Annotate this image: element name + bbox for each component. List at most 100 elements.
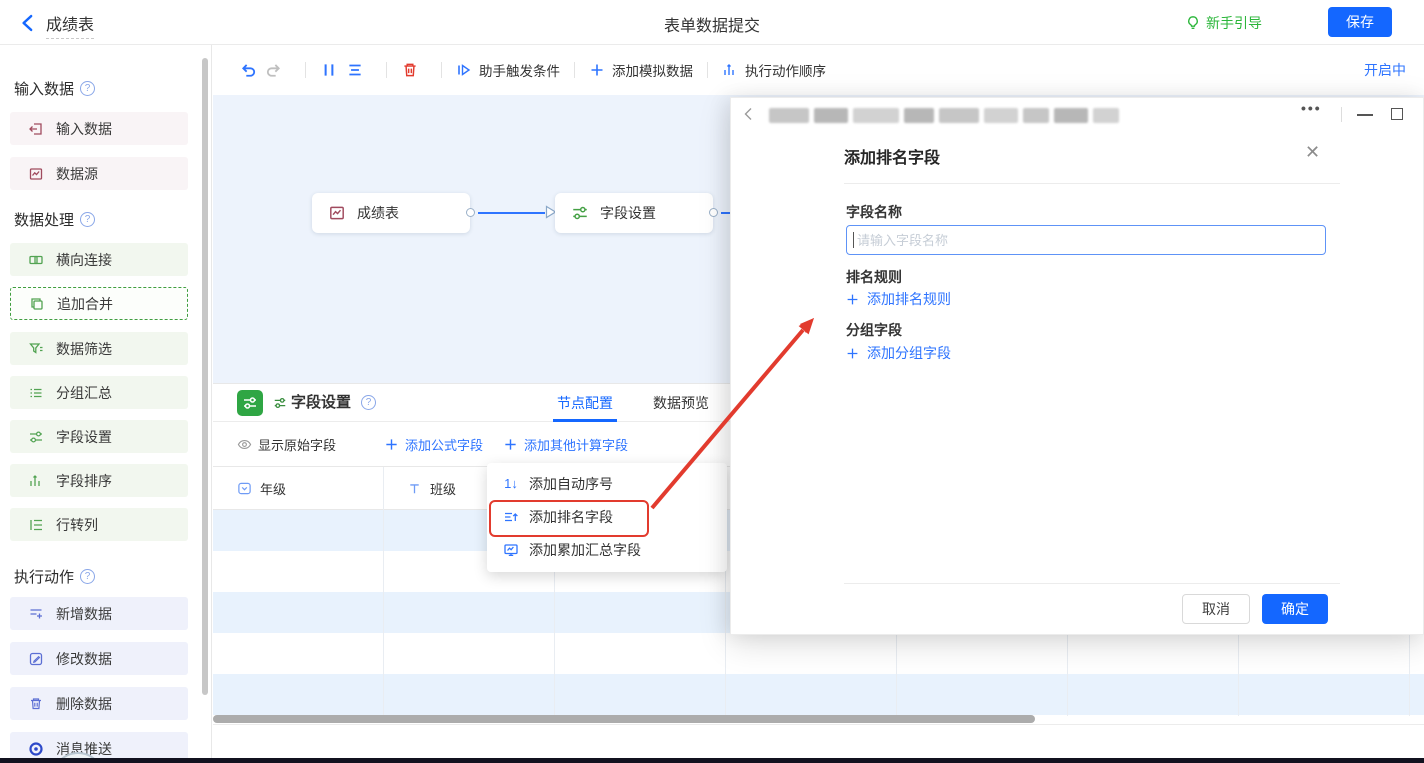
auto-number-icon: 1↓ (503, 476, 519, 491)
sidebar-item-row-to-column[interactable]: 行转列 (10, 508, 188, 541)
sidebar-item-field-settings[interactable]: 字段设置 (10, 420, 188, 453)
window-maximize-icon[interactable] (1391, 108, 1403, 120)
save-button[interactable]: 保存 (1328, 7, 1392, 37)
help-icon[interactable]: ? (80, 569, 95, 584)
section-actions: 执行动作? (14, 566, 95, 587)
cumulative-sum-icon (503, 542, 519, 558)
node-grade-table[interactable]: 成绩表 (312, 193, 470, 233)
align-icon[interactable] (346, 61, 364, 79)
add-rank-field-dialog: ••• 添加排名字段 ✕ 字段名称 排名规则 添加排名规则 分组字段 添加分组字… (730, 97, 1424, 635)
trash-icon (28, 696, 44, 712)
menu-item-cumulative-sum[interactable]: 添加累加汇总字段 (487, 533, 727, 566)
field-sort-icon (28, 473, 44, 489)
top-header: 成绩表 表单数据提交 新手引导 保存 (0, 0, 1424, 45)
undo-icon[interactable] (239, 61, 257, 79)
action-order-icon (722, 62, 738, 78)
assistant-trigger-button[interactable]: 助手触发条件 (456, 60, 560, 80)
dialog-close-icon[interactable]: ✕ (1305, 142, 1320, 163)
add-other-calc-field-button[interactable]: 添加其他计算字段 (503, 435, 628, 454)
horizontal-join-icon (28, 252, 44, 268)
sidebar-item-input-data[interactable]: 输入数据 (10, 112, 188, 145)
confirm-button[interactable]: 确定 (1262, 594, 1328, 624)
sidebar-item-modify-data[interactable]: 修改数据 (10, 642, 188, 675)
table-row (213, 633, 1424, 674)
window-back-icon[interactable] (741, 106, 757, 122)
sidebar-item-datasource[interactable]: 数据源 (10, 157, 188, 190)
distribute-icon[interactable] (320, 61, 338, 79)
add-rank-rule-link[interactable]: 添加排名规则 (846, 289, 951, 309)
datasource-icon (28, 166, 44, 182)
connector-edge (478, 212, 545, 214)
field-name-label: 字段名称 (846, 202, 902, 222)
sidebar-scrollbar[interactable] (202, 58, 208, 695)
menu-item-rank-field[interactable]: 添加排名字段 (487, 500, 727, 533)
toolbar-divider (441, 62, 442, 78)
sidebar-item-add-data[interactable]: 新增数据 (10, 597, 188, 630)
filter-icon (28, 341, 44, 357)
table-row (213, 674, 1424, 715)
node-output-port[interactable] (466, 208, 475, 217)
dialog-title: 添加排名字段 (844, 144, 940, 168)
edit-icon (28, 651, 44, 667)
scroll-track-line (213, 724, 1424, 725)
window-more-icon[interactable]: ••• (1301, 100, 1322, 116)
sidebar-item-delete-data[interactable]: 删除数据 (10, 687, 188, 720)
group-field-label: 分组字段 (846, 320, 902, 340)
message-push-icon (28, 741, 44, 757)
screen-bottom-strip (0, 758, 1424, 763)
cancel-button[interactable]: 取消 (1182, 594, 1250, 624)
field-name-input[interactable] (846, 225, 1326, 255)
sliders-icon (571, 204, 589, 222)
tab-node-config[interactable]: 节点配置 (557, 384, 613, 422)
import-icon (28, 121, 44, 137)
add-data-icon (28, 606, 44, 622)
dialog-footer-divider (844, 583, 1340, 584)
group-summary-icon (28, 385, 44, 401)
sidebar-item-horizontal-join[interactable]: 横向连接 (10, 243, 188, 276)
help-icon[interactable]: ? (80, 81, 95, 96)
beginner-guide-button[interactable]: 新手引导 (1185, 13, 1262, 33)
toolbar-divider (305, 62, 306, 78)
bulb-icon (1185, 15, 1201, 31)
status-enabled[interactable]: 开启中 (1364, 45, 1406, 95)
dialog-window-bar: ••• (731, 98, 1423, 131)
column-divider (383, 467, 384, 716)
toolbar-divider (707, 62, 708, 78)
plus-icon (384, 437, 399, 452)
delete-node-icon[interactable] (401, 61, 419, 79)
column-header-grade[interactable]: 年级 (213, 467, 383, 510)
tab-data-preview[interactable]: 数据预览 (653, 384, 709, 422)
help-icon[interactable]: ? (361, 395, 376, 410)
horizontal-scrollbar[interactable] (213, 715, 1035, 723)
action-order-button[interactable]: 执行动作顺序 (722, 60, 826, 80)
sidebar-item-append-merge[interactable]: 追加合并 (10, 287, 188, 320)
append-merge-icon (29, 296, 45, 312)
row-to-column-icon (28, 517, 44, 533)
menu-item-auto-number[interactable]: 1↓ 添加自动序号 (487, 467, 727, 500)
beginner-guide-label: 新手引导 (1206, 13, 1262, 33)
canvas-toolbar: 助手触发条件 添加模拟数据 执行动作顺序 开启中 (213, 45, 1424, 95)
sidebar-item-field-sort[interactable]: 字段排序 (10, 464, 188, 497)
section-input-data: 输入数据? (14, 78, 95, 99)
show-original-fields-button[interactable]: 显示原始字段 (237, 435, 336, 454)
sliders-icon (28, 429, 44, 445)
add-mock-data-button[interactable]: 添加模拟数据 (589, 60, 693, 80)
sidebar-item-data-filter[interactable]: 数据筛选 (10, 332, 188, 365)
redo-icon[interactable] (265, 61, 283, 79)
plus-icon (846, 293, 859, 306)
window-minimize-icon[interactable] (1357, 114, 1373, 116)
node-field-settings[interactable]: 字段设置 (555, 193, 713, 233)
select-type-icon (237, 481, 252, 496)
add-group-field-link[interactable]: 添加分组字段 (846, 343, 951, 363)
sidebar-item-group-summary[interactable]: 分组汇总 (10, 376, 188, 409)
panel-title: 字段设置 (291, 384, 351, 422)
text-caret (853, 232, 854, 248)
add-formula-field-button[interactable]: 添加公式字段 (384, 435, 483, 454)
datasource-icon (328, 204, 346, 222)
eye-icon (237, 437, 252, 452)
left-sidebar: 输入数据? 输入数据 数据源 数据处理? 横向连接 追加合并 数据筛选 分组汇总… (0, 45, 212, 763)
help-icon[interactable]: ? (80, 212, 95, 227)
rank-rule-label: 排名规则 (846, 267, 902, 287)
node-output-port[interactable] (709, 208, 718, 217)
rank-field-icon (503, 509, 519, 525)
